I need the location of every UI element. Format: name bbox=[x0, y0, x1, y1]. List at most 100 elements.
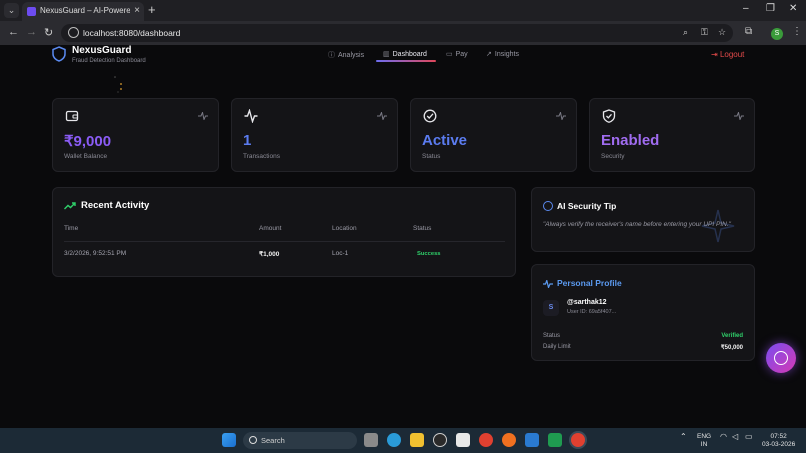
chrome-menu-icon[interactable]: ⋮ bbox=[792, 26, 802, 37]
minimize-button[interactable]: – bbox=[743, 3, 749, 14]
check-circle-icon bbox=[423, 109, 437, 123]
maximize-button[interactable]: ❐ bbox=[766, 3, 775, 14]
status-value: Verified bbox=[721, 333, 743, 339]
daily-limit-label: Daily Limit bbox=[543, 344, 571, 350]
wifi-icon[interactable]: ◠ bbox=[720, 433, 727, 441]
stat-value: 1 bbox=[243, 132, 252, 149]
chat-button[interactable] bbox=[766, 343, 796, 373]
cell-time: 3/2/2026, 9:52:51 PM bbox=[64, 250, 127, 257]
volume-muted-icon[interactable]: ◁ bbox=[732, 433, 738, 441]
windows-taskbar: Search ⌃ ENG IN ◠ ◁ ▭ 07:52 03-03-2026 bbox=[0, 428, 806, 453]
forward-icon[interactable]: → bbox=[26, 26, 37, 38]
activity-icon bbox=[244, 109, 258, 123]
taskbar-search-label: Search bbox=[261, 436, 285, 445]
stat-value: ₹9,000 bbox=[64, 133, 112, 150]
chrome-active-icon[interactable] bbox=[571, 433, 585, 447]
dell-icon[interactable] bbox=[433, 433, 447, 447]
back-icon[interactable]: ← bbox=[8, 26, 19, 38]
insights-icon: ↗ bbox=[486, 51, 492, 58]
cell-amount: ₹1,000 bbox=[259, 251, 280, 258]
browser-tab[interactable]: NexusGuard – AI-Powered UPI × bbox=[22, 2, 144, 21]
wallet-icon bbox=[65, 110, 79, 122]
chat-bubble-icon bbox=[774, 351, 788, 365]
column-header-time: Time bbox=[64, 225, 79, 232]
avatar: S bbox=[543, 300, 559, 316]
nav-active-indicator bbox=[376, 60, 436, 62]
activity-spark-icon bbox=[198, 112, 208, 120]
user-id: User ID: 69a5f407... bbox=[567, 309, 617, 315]
table-header-divider bbox=[64, 241, 505, 242]
column-header-location: Location bbox=[332, 225, 357, 232]
logout-icon: ⇥ bbox=[711, 50, 720, 59]
username: @sarthak12 bbox=[567, 299, 607, 306]
site-info-icon[interactable] bbox=[68, 27, 79, 38]
card-icon: ▭ bbox=[446, 51, 453, 58]
stat-card-wallet: ₹9,000 Wallet Balance bbox=[52, 98, 219, 172]
bar-chart-icon: ▥ bbox=[383, 51, 390, 58]
security-tip-text: "Always verify the receiver's name befor… bbox=[543, 221, 731, 228]
stat-card-transactions: 1 Transactions bbox=[231, 98, 398, 172]
logout-button[interactable]: ⇥ Logout bbox=[711, 50, 744, 59]
reload-icon[interactable]: ↻ bbox=[44, 26, 53, 39]
nav-analysis[interactable]: ⓘ Analysis bbox=[328, 50, 364, 60]
tab-close-icon[interactable]: × bbox=[134, 5, 140, 16]
clock[interactable]: 07:52 03-03-2026 bbox=[762, 433, 795, 449]
address-bar-row: ← → ↻ localhost:8080/dashboard ⌕ ⚿ ☆ ⧉ ⋮ bbox=[0, 21, 806, 45]
nav-dashboard[interactable]: ▥ Dashboard bbox=[383, 50, 427, 58]
brand-subtitle: Fraud Detection Dashboard bbox=[72, 58, 146, 64]
app-header: NexusGuard Fraud Detection Dashboard ⓘ An… bbox=[0, 45, 806, 67]
show-hidden-icons[interactable]: ⌃ bbox=[680, 433, 687, 441]
daily-limit-value: ₹50,000 bbox=[720, 345, 743, 351]
new-tab-button[interactable]: + bbox=[148, 2, 156, 17]
security-tip-title: AI Security Tip bbox=[557, 201, 617, 211]
brand-name[interactable]: NexusGuard bbox=[72, 45, 131, 56]
excel-icon[interactable] bbox=[548, 433, 562, 447]
taskbar-search[interactable]: Search bbox=[243, 432, 357, 449]
analysis-icon: ⓘ bbox=[328, 52, 335, 59]
omnibox[interactable]: localhost:8080/dashboard ⌕ ⚿ ☆ bbox=[61, 24, 733, 42]
personal-profile-title: Personal Profile bbox=[557, 278, 622, 288]
personal-profile-card: Personal Profile S @sarthak12 User ID: 6… bbox=[531, 264, 755, 361]
recent-activity-card: Recent Activity Time Amount Location Sta… bbox=[52, 187, 516, 277]
column-header-status: Status bbox=[413, 225, 432, 232]
stat-value: Active bbox=[422, 132, 468, 149]
nav-pay[interactable]: ▭ Pay bbox=[446, 50, 468, 58]
status-label: Status bbox=[543, 333, 561, 339]
close-window-button[interactable]: ✕ bbox=[789, 3, 797, 14]
shield-logo-icon bbox=[52, 46, 66, 62]
security-tip-card: AI Security Tip "Always verify the recei… bbox=[531, 187, 755, 252]
chrome-icon[interactable] bbox=[479, 433, 493, 447]
shield-check-icon bbox=[602, 109, 616, 123]
tab-favicon-icon bbox=[27, 7, 36, 16]
activity-spark-icon bbox=[734, 112, 744, 120]
browser-titlebar: ⌄ NexusGuard – AI-Powered UPI × + – ❐ ✕ bbox=[0, 0, 806, 21]
stat-card-status: Active Status bbox=[410, 98, 577, 172]
cell-location: Loc-1 bbox=[332, 250, 349, 257]
extensions-icon[interactable]: ⧉ bbox=[745, 26, 752, 37]
tab-title: NexusGuard – AI-Powered UPI bbox=[40, 6, 130, 15]
tab-search-menu[interactable]: ⌄ bbox=[4, 3, 19, 18]
info-icon bbox=[543, 201, 553, 211]
stat-label: Status bbox=[422, 153, 441, 160]
edge-icon[interactable] bbox=[387, 433, 401, 447]
url-text[interactable]: localhost:8080/dashboard bbox=[83, 28, 180, 38]
zoom-icon[interactable]: ⌕ bbox=[683, 27, 688, 38]
language-indicator[interactable]: ENG IN bbox=[697, 433, 711, 449]
windows-start-icon[interactable] bbox=[222, 433, 236, 447]
recent-activity-title: Recent Activity bbox=[81, 200, 150, 211]
task-view-icon[interactable] bbox=[364, 433, 378, 447]
profile-avatar[interactable]: S bbox=[771, 28, 783, 40]
password-key-icon[interactable]: ⚿ bbox=[701, 27, 708, 38]
battery-icon[interactable]: ▭ bbox=[745, 433, 753, 441]
store-icon[interactable] bbox=[456, 433, 470, 447]
activity-spark-icon bbox=[377, 112, 387, 120]
file-explorer-icon[interactable] bbox=[410, 433, 424, 447]
app-root: NexusGuard Fraud Detection Dashboard ⓘ An… bbox=[0, 45, 806, 428]
stat-value: Enabled bbox=[601, 132, 660, 149]
firefox-icon[interactable] bbox=[502, 433, 516, 447]
nav-insights[interactable]: ↗ Insights bbox=[486, 50, 519, 58]
decorative-dots bbox=[114, 76, 122, 93]
bookmark-star-icon[interactable]: ☆ bbox=[718, 27, 726, 38]
vscode-icon[interactable] bbox=[525, 433, 539, 447]
activity-spark-icon bbox=[556, 112, 566, 120]
